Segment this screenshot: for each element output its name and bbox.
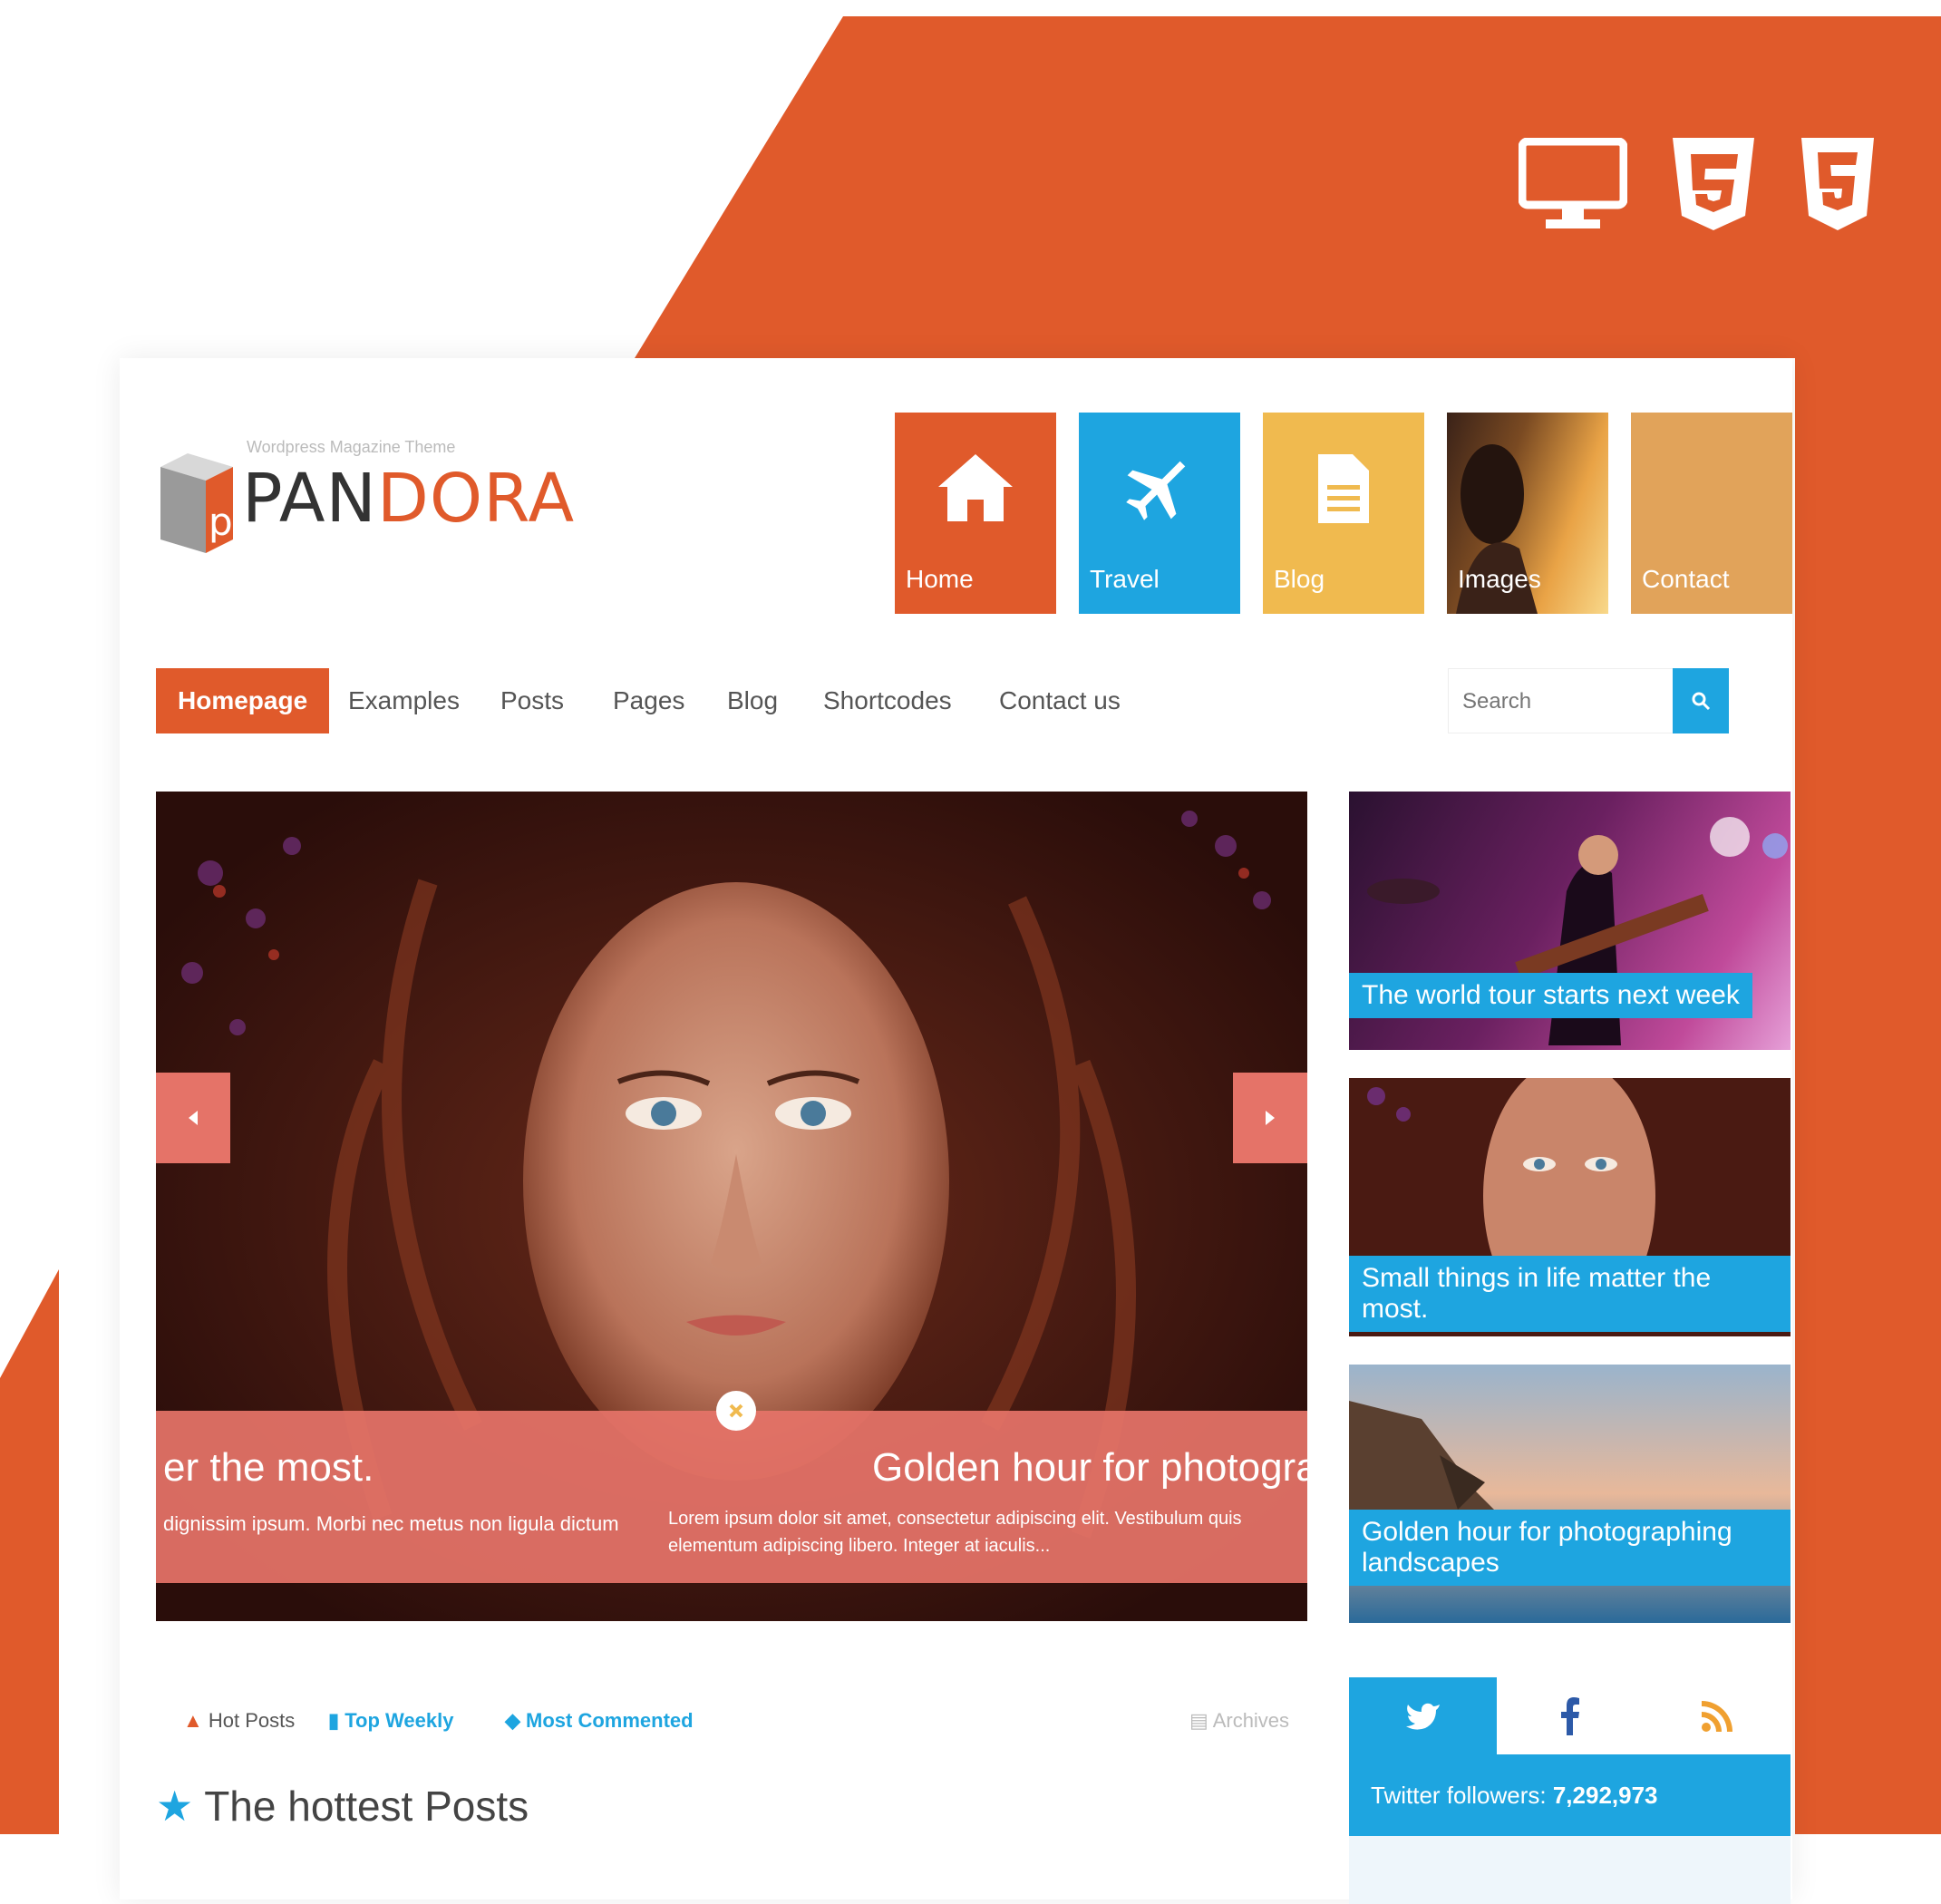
rss-icon — [1702, 1700, 1732, 1732]
tile-travel[interactable]: Travel — [1079, 413, 1240, 614]
html5-icon — [1801, 138, 1874, 230]
tab-most-commented[interactable]: ◆ Most Commented — [505, 1709, 694, 1733]
section-heading-text: The hottest Posts — [204, 1783, 529, 1830]
featured-slider[interactable]: er the most. dignissim ipsum. Morbi nec … — [156, 792, 1307, 1621]
nav-item-examples[interactable]: Examples — [348, 668, 460, 733]
side-post-caption-line1: Golden hour for photographing — [1362, 1517, 1732, 1547]
logo-wordmark: PANDORA — [242, 460, 576, 538]
tab-twitter[interactable] — [1349, 1677, 1497, 1754]
followers-label: Twitter followers: — [1371, 1782, 1547, 1809]
slider-next-button[interactable] — [1233, 1073, 1307, 1163]
slide-text-right: Lorem ipsum dolor sit amet, consectetur … — [668, 1509, 1242, 1529]
social-widget: Twitter followers: 7,292,973 — [1349, 1677, 1791, 1904]
nav-item-posts[interactable]: Posts — [500, 668, 564, 733]
nav-item-contact-us[interactable]: Contact us — [999, 668, 1121, 733]
followers-count: 7,292,973 — [1552, 1782, 1658, 1809]
search-icon — [1692, 692, 1711, 711]
twitter-followers: Twitter followers: 7,292,973 — [1349, 1754, 1791, 1836]
slide-title-right: Golden hour for photograp — [872, 1445, 1307, 1490]
logo-badge: p — [209, 500, 233, 544]
nav-item-homepage[interactable]: Homepage — [156, 668, 330, 733]
archives-link[interactable]: ▤ Archives — [1189, 1709, 1289, 1733]
desktop-icon — [1519, 138, 1627, 228]
document-icon — [1318, 454, 1369, 523]
css3-icon — [1673, 138, 1754, 230]
plane-icon — [1126, 461, 1186, 520]
logo-box-icon: p — [160, 453, 233, 553]
facebook-icon — [1561, 1696, 1579, 1735]
section-heading: ★ The hottest Posts — [156, 1782, 529, 1831]
side-post-card[interactable]: The world tour starts next week — [1349, 792, 1791, 1050]
slider-prev-button[interactable] — [156, 1073, 230, 1163]
tab-facebook[interactable] — [1497, 1677, 1644, 1754]
tab-top-weekly[interactable]: ▮ Top Weekly — [328, 1709, 453, 1733]
tile-label: Blog — [1274, 565, 1325, 593]
post-tabs: ▲ Hot Posts ▮ Top Weekly ◆ Most Commente… — [156, 1682, 1307, 1754]
home-icon — [938, 454, 1013, 521]
tab-hot-posts[interactable]: ▲ Hot Posts — [183, 1709, 295, 1733]
logo[interactable]: p Wordpress Magazine Theme PANDORA — [156, 431, 574, 553]
tile-label: Images — [1458, 565, 1541, 593]
tile-label: Travel — [1090, 565, 1160, 593]
slider-close-button[interactable] — [716, 1391, 756, 1431]
search-box — [1448, 668, 1729, 734]
slide-text-right-2: elementum adipiscing libero. Integer at … — [668, 1536, 1051, 1556]
tile-home[interactable]: Home — [895, 413, 1056, 614]
slider-caption-bar: er the most. dignissim ipsum. Morbi nec … — [156, 1391, 1307, 1583]
star-icon: ★ — [156, 1783, 194, 1830]
side-post-caption: The world tour starts next week — [1349, 973, 1752, 1018]
twitter-icon — [1405, 1703, 1440, 1730]
side-post-caption-line2: landscapes — [1362, 1548, 1499, 1578]
slide-title-left: er the most. — [163, 1445, 374, 1490]
nav-item-shortcodes[interactable]: Shortcodes — [823, 668, 952, 733]
side-post-caption: Small things in life matter the most. — [1349, 1256, 1791, 1332]
chevron-left-icon — [189, 1111, 198, 1125]
metro-tiles: Home Travel Blog Images Contact — [895, 413, 1792, 614]
side-post-card[interactable]: Small things in life matter the most. — [1349, 1078, 1791, 1336]
slide-text-left: dignissim ipsum. Morbi nec metus non lig… — [163, 1512, 619, 1535]
theme-preview: p Wordpress Magazine Theme PANDORA Home … — [120, 358, 1792, 1904]
close-icon — [729, 1404, 743, 1418]
tile-label: Contact — [1642, 565, 1730, 593]
tile-label: Home — [906, 565, 974, 593]
chevron-right-icon — [1266, 1111, 1275, 1125]
nav-item-pages[interactable]: Pages — [613, 668, 684, 733]
search-button[interactable] — [1673, 668, 1729, 733]
logo-tagline: Wordpress Magazine Theme — [247, 438, 456, 456]
tab-rss[interactable] — [1644, 1677, 1791, 1754]
side-post-card[interactable]: Golden hour for photographing landscapes — [1349, 1365, 1791, 1623]
tile-blog[interactable]: Blog — [1263, 413, 1424, 614]
side-post-caption: Golden hour for photographing landscapes — [1349, 1510, 1791, 1586]
tile-images[interactable]: Images — [1447, 413, 1608, 614]
tile-contact[interactable]: Contact — [1631, 413, 1792, 614]
nav-item-blog[interactable]: Blog — [727, 668, 778, 733]
tech-icons — [1519, 136, 1876, 234]
